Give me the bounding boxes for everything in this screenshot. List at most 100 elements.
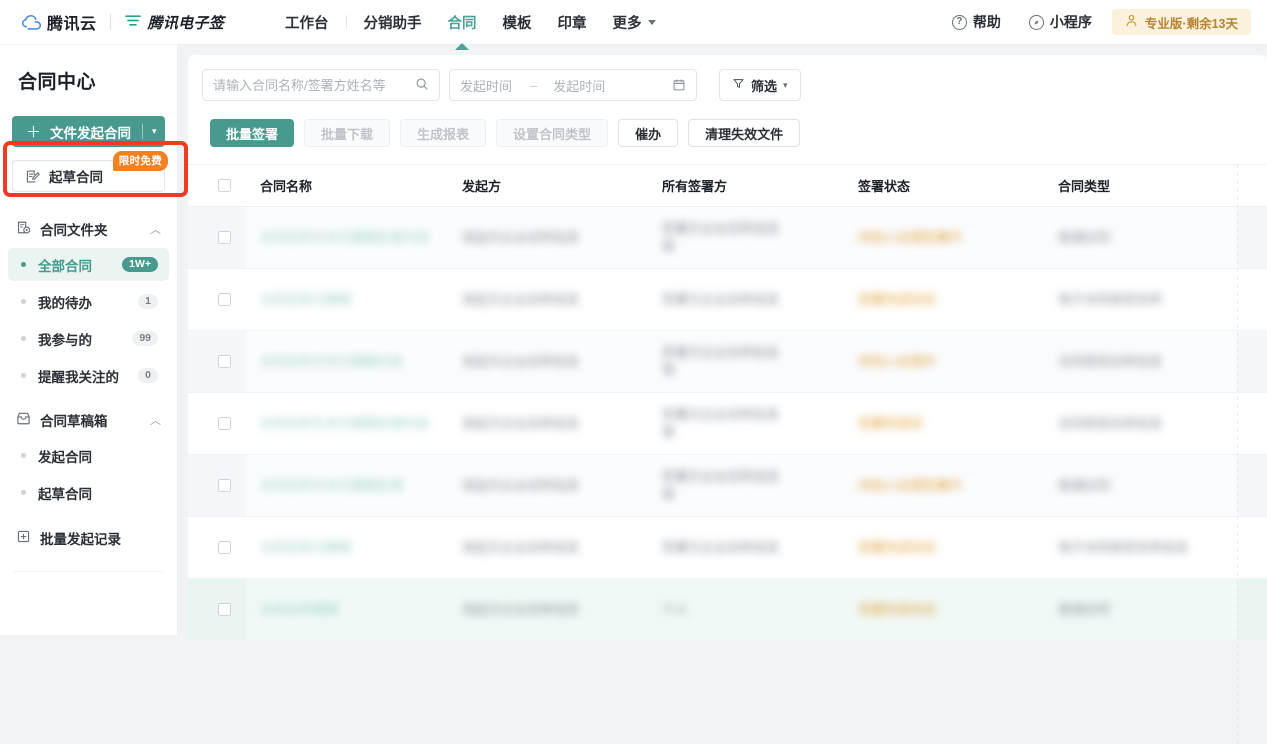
date-range-separator: –	[530, 77, 538, 93]
date-range-picker[interactable]: 发起时间 – 发起时间	[449, 69, 697, 101]
column-header-contract-name[interactable]: 合同名称	[246, 176, 448, 195]
row-right-spacer	[1237, 579, 1267, 640]
cell-contract-name-text: 合同名称已模糊	[260, 539, 352, 555]
calendar-icon[interactable]	[672, 78, 686, 92]
bullet-icon	[21, 262, 26, 267]
sidebar-item-batch-records[interactable]: 批量发起记录	[0, 523, 177, 553]
nav-item-more[interactable]: 更多	[600, 0, 669, 45]
nav-active-arrow-icon	[455, 42, 470, 50]
chevron-down-icon: ▾	[783, 79, 788, 90]
sidebar-item-participated[interactable]: 我参与的 99	[8, 322, 169, 355]
column-header-signers[interactable]: 所有签署方	[648, 176, 844, 195]
nav-item-workbench[interactable]: 工作台	[272, 0, 342, 45]
column-header-contract-type[interactable]: 合同类型	[1044, 176, 1221, 195]
bullet-icon	[21, 373, 26, 378]
filter-button[interactable]: 筛选 ▾	[719, 69, 801, 101]
cell-sign-status: 签署完成状	[844, 415, 1044, 433]
tencent-cloud-logo[interactable]: 腾讯云	[21, 10, 97, 34]
sidebar-item-label: 发起合同	[38, 449, 92, 465]
urge-button[interactable]: 催办	[618, 119, 679, 147]
date-start-placeholder[interactable]: 发起时间	[460, 76, 512, 95]
clean-invalid-files-button[interactable]: 清理失效文件	[688, 119, 801, 147]
sidebar-item-draft-contract[interactable]: 起草合同	[8, 476, 169, 509]
batch-download-button: 批量下载	[304, 119, 391, 147]
cell-contract-name: 合同名称文本已模糊处理内容	[246, 229, 448, 247]
cell-sign-status: 签署完成状态	[844, 601, 1044, 619]
search-box[interactable]	[202, 69, 440, 101]
cell-initiator: 发起方企业名称信息	[448, 477, 648, 495]
sidebar-divider	[14, 571, 163, 572]
esign-label: 腾讯电子签	[147, 14, 225, 32]
select-all-checkbox[interactable]	[217, 179, 231, 192]
cell-contract-type-text: 合同类型名称信息	[1058, 353, 1163, 369]
cell-initiator-text: 发起方企业名称信息	[462, 601, 580, 617]
vip-status-badge[interactable]: 专业版·剩余13天	[1111, 9, 1251, 35]
question-circle-icon: ?	[951, 14, 967, 30]
cell-contract-name-text: 合同名称文本已模糊处理内容	[260, 229, 430, 245]
cell-signers: 签署方企业名称信息等	[648, 344, 844, 379]
row-checkbox[interactable]	[217, 479, 231, 492]
table-header-row: 合同名称 发起方 所有签署方 签署状态 合同类型	[188, 164, 1267, 207]
date-end-placeholder[interactable]: 发起时间	[553, 76, 605, 95]
table-row[interactable]: 合同名称文本已模糊处理内容 发起方企业名称信息 签署方企业名称信息等 签署完成状 合同类…	[188, 393, 1267, 455]
table-row[interactable]: 合同名称文本已模糊处理 发起方企业名称信息 签署方企业名称信息等 待他人处理签署中 普通…	[188, 455, 1267, 517]
cell-initiator: 发起方企业名称信息	[448, 229, 648, 247]
column-header-initiator[interactable]: 发起方	[448, 176, 648, 195]
table-row[interactable]: 合同名称文本已模糊内容 发起方企业名称信息 签署方企业名称信息等 待他人处理中 合同类型…	[188, 331, 1267, 393]
cell-initiator-text: 发起方企业名称信息	[462, 229, 580, 245]
cell-signers: 签署方企业名称信息	[648, 291, 844, 309]
nav-item-template[interactable]: 模板	[490, 0, 545, 45]
row-select-cell	[188, 541, 246, 554]
sidebar-item-all-contracts[interactable]: 全部合同 1W+	[8, 248, 169, 281]
sidebar-group-draft-box: 合同草稿箱 ︿ 发起合同 起草合同	[0, 405, 177, 509]
esign-logo[interactable]: 腾讯电子签	[124, 12, 225, 33]
batch-sign-button[interactable]: 批量签署	[210, 119, 295, 147]
table-row[interactable]: 合同名称文本已模糊处理内容 发起方企业名称信息 签署方企业名称信息等 待他人处理签署中…	[188, 207, 1267, 269]
cell-sign-status-text: 签署完成状态	[858, 539, 937, 555]
cell-contract-type: 电子合同类型名称	[1044, 291, 1221, 309]
nav-item-seal[interactable]: 印章	[545, 0, 600, 45]
sidebar-item-label: 全部合同	[38, 258, 92, 274]
draft-edit-icon	[25, 169, 40, 184]
filter-label: 筛选	[751, 78, 778, 94]
sidebar-item-remind-me[interactable]: 提醒我关注的 0	[8, 359, 169, 392]
row-checkbox[interactable]	[217, 355, 231, 368]
sidebar-group-header-contract-folder[interactable]: 合同文件夹 ︿	[0, 214, 177, 244]
content-card: 发起时间 – 发起时间 筛选 ▾ 批量签署 批量下载 生成报表 设置合同类型	[188, 55, 1267, 744]
cell-initiator-text: 发起方企业名称信息	[462, 353, 580, 369]
help-button[interactable]: ? 帮助	[938, 12, 1015, 32]
table-row[interactable]: 合同名称模糊 发起方企业名称信息 个人 签署完成状态 普通合同	[188, 579, 1267, 641]
miniapp-button[interactable]: 小程序	[1015, 12, 1106, 32]
limited-free-badge: 限时免费	[112, 151, 168, 171]
cell-initiator-text: 发起方企业名称信息	[462, 539, 580, 555]
row-checkbox[interactable]	[217, 417, 231, 430]
sidebar-item-label: 我参与的	[38, 332, 92, 348]
draft-contract-button[interactable]: 起草合同 限时免费	[12, 151, 168, 192]
row-checkbox[interactable]	[217, 541, 231, 554]
row-checkbox[interactable]	[217, 603, 231, 616]
miniapp-label: 小程序	[1049, 14, 1092, 30]
column-header-sign-status[interactable]: 签署状态	[844, 176, 1044, 195]
cell-contract-type: 合同类型名称信息	[1044, 415, 1221, 433]
batch-box-icon	[16, 529, 31, 547]
search-icon[interactable]	[415, 77, 429, 94]
sidebar-item-my-todo[interactable]: 我的待办 1	[8, 285, 169, 318]
row-checkbox[interactable]	[217, 231, 231, 244]
table-vertical-divider	[1237, 164, 1238, 744]
search-input[interactable]	[213, 77, 415, 93]
table-body: 合同名称文本已模糊处理内容 发起方企业名称信息 签署方企业名称信息等待他人处理签署中…	[188, 207, 1267, 641]
create-contract-from-file-button[interactable]: ＋ 文件发起合同 ▾	[12, 116, 165, 147]
sidebar-item-initiate-contract[interactable]: 发起合同	[8, 439, 169, 472]
row-select-cell	[188, 417, 246, 430]
cell-initiator: 发起方企业名称信息	[448, 353, 648, 371]
vip-label: 专业版·剩余13天	[1144, 16, 1238, 31]
draft-contract-label: 起草合同	[49, 170, 103, 185]
row-select-cell	[188, 579, 246, 640]
cell-contract-type-text: 电子合同类型名称	[1058, 291, 1163, 307]
row-checkbox[interactable]	[217, 293, 231, 306]
table-row[interactable]: 合同名称已模糊 发起方企业名称信息 签署方企业名称信息 签署完成状态 电子合同类型名称	[188, 269, 1267, 331]
table-row[interactable]: 合同名称已模糊 发起方企业名称信息 签署方企业名称信息 签署完成状态 电子合同类型名称信…	[188, 517, 1267, 579]
nav-item-distribution[interactable]: 分销助手	[351, 0, 435, 45]
nav-item-contract[interactable]: 合同	[435, 0, 490, 50]
sidebar-group-header-draft-box[interactable]: 合同草稿箱 ︿	[0, 405, 177, 435]
